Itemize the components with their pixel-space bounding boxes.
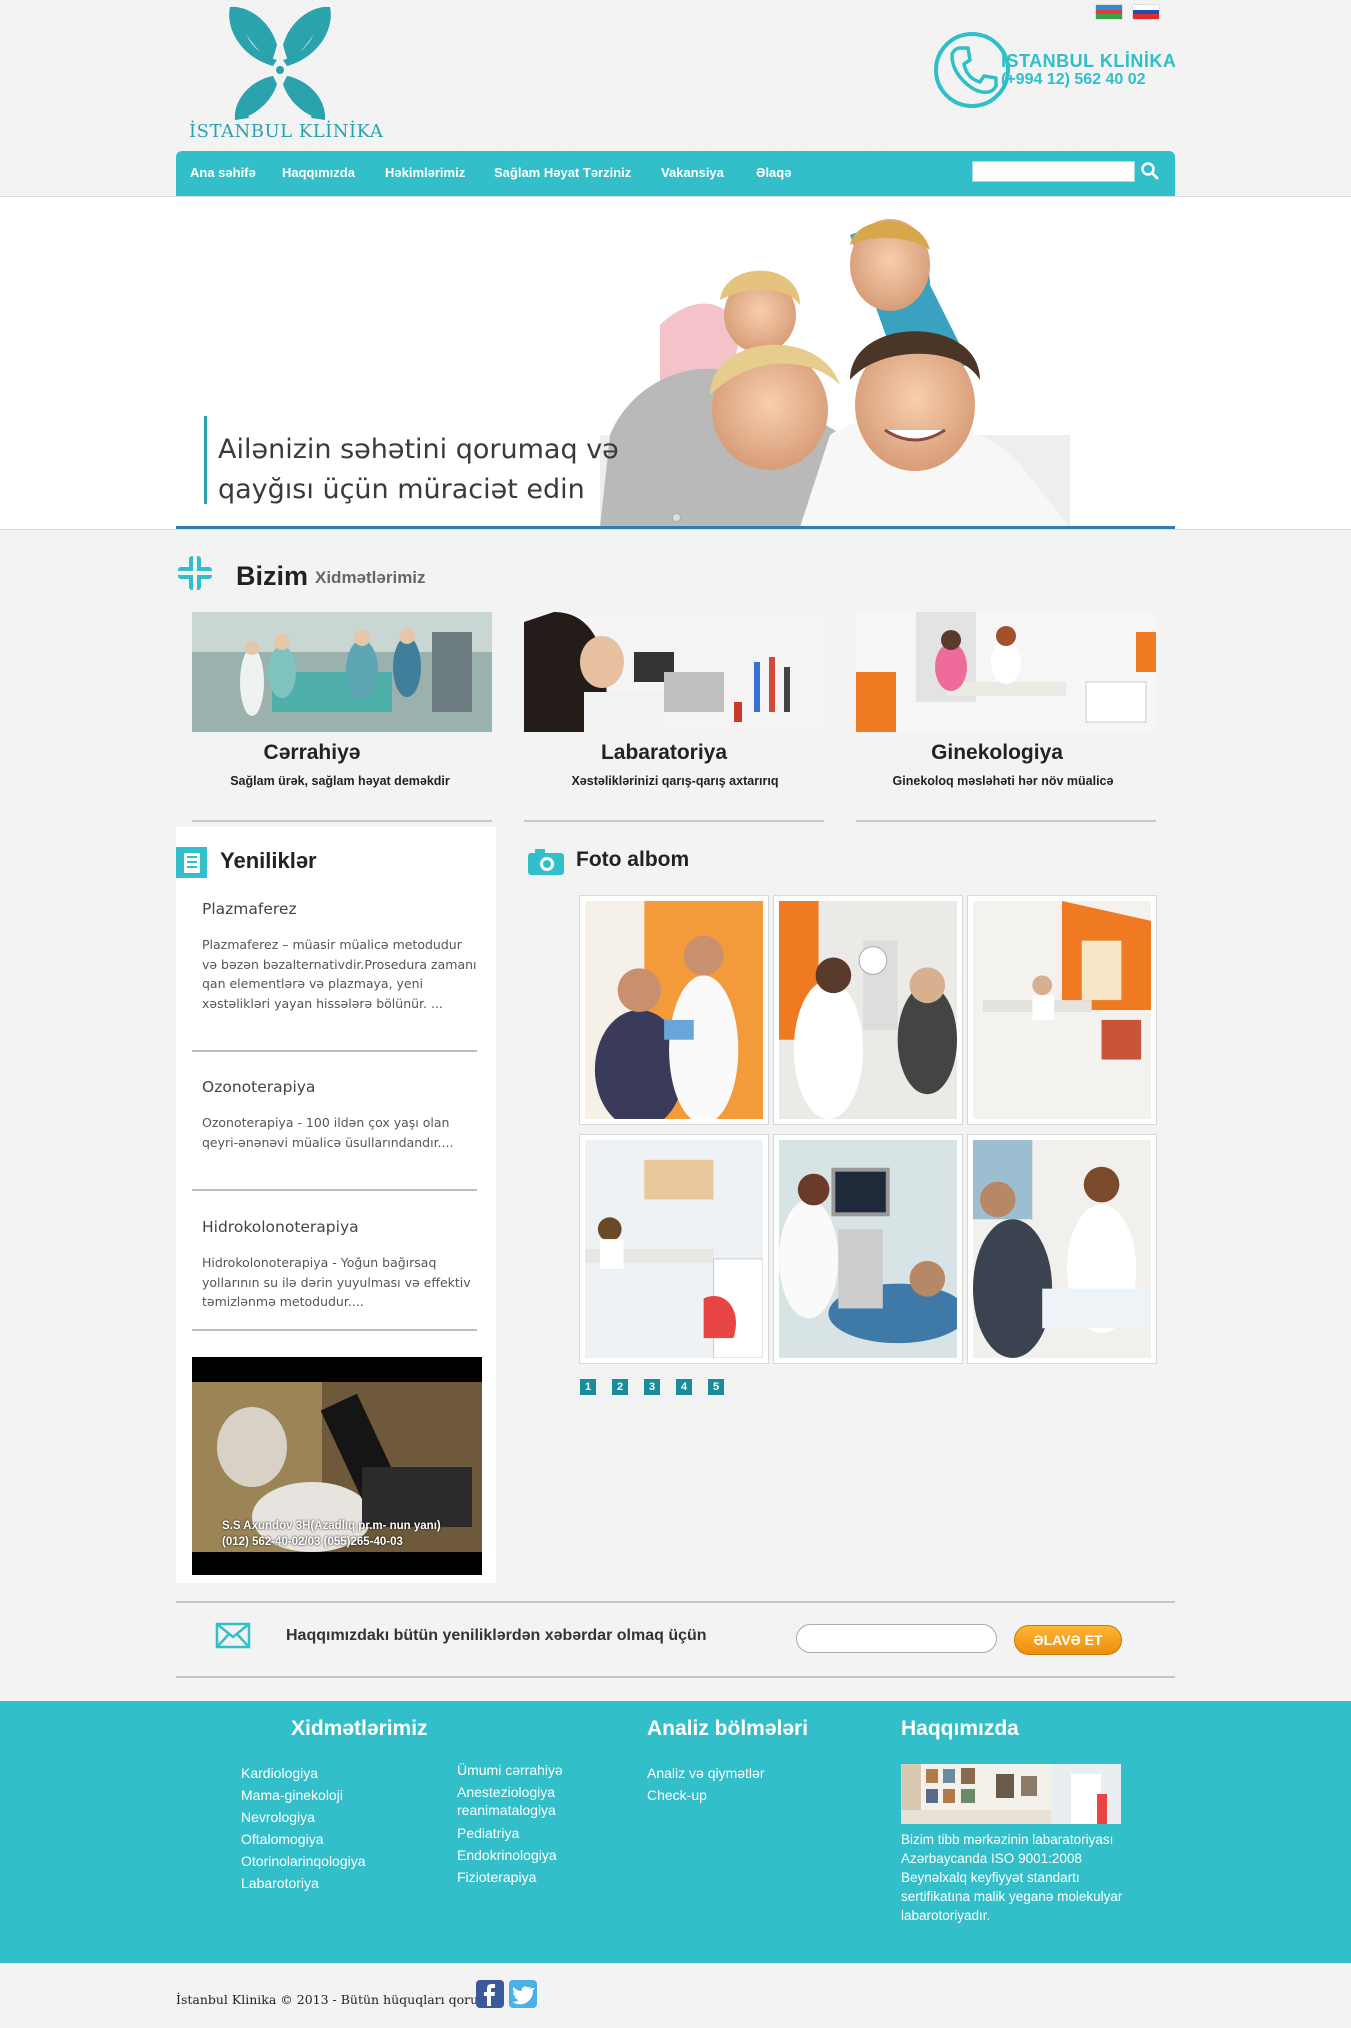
album-page-1[interactable]: 1 <box>580 1379 596 1395</box>
footer-link[interactable]: Anesteziologiya <box>457 1784 555 1800</box>
ru-flag-icon[interactable] <box>1133 5 1159 19</box>
service-subtitle-laboratory: Xəstəliklərinizi qarış-qarış axtarırıq <box>571 774 779 788</box>
phone-number[interactable]: (+994 12) 562 40 02 <box>1001 71 1146 89</box>
copyright-text: İstanbul Klinika © 2013 - Bütün hüquqlar… <box>176 1992 503 2007</box>
footer-link[interactable]: Ümumi cərrahiyə <box>457 1762 563 1778</box>
service-title-laboratory[interactable]: Labaratoriya <box>514 741 814 765</box>
service-title-surgery[interactable]: Cərrahiyə <box>162 741 462 765</box>
footer-link[interactable]: Endokrinologiya <box>457 1847 557 1863</box>
service-divider <box>524 820 824 822</box>
slider-dot-2[interactable] <box>684 514 691 521</box>
footer-link[interactable]: Oftalomogiya <box>241 1831 323 1847</box>
footer-link[interactable]: Kardiologiya <box>241 1765 318 1781</box>
slider-dot-1[interactable] <box>673 514 680 521</box>
nav-item-contact[interactable]: Əlaqə <box>756 165 791 180</box>
camera-icon <box>528 849 564 875</box>
mail-icon <box>215 1622 251 1649</box>
hero-caption-line2: qayğısı üçün müraciət edin <box>218 474 585 505</box>
service-subtitle-gynecology: Ginekoloq məsləhəti hər növ müalicə <box>892 774 1114 788</box>
laboratory-photo[interactable] <box>524 612 824 732</box>
search-icon[interactable] <box>1139 160 1161 182</box>
nav-item-vacancy[interactable]: Vakansiya <box>661 165 724 180</box>
footer-link[interactable]: Check-up <box>647 1787 707 1803</box>
footer-link[interactable]: Fizioterapiya <box>457 1869 536 1885</box>
album-photo[interactable] <box>579 895 769 1125</box>
service-divider <box>192 820 492 822</box>
footer-about-photo[interactable] <box>901 1764 1121 1824</box>
album-page-5[interactable]: 5 <box>708 1379 724 1395</box>
news-item-title[interactable]: Hidrokolonoterapiya <box>202 1218 359 1236</box>
news-divider <box>192 1329 477 1331</box>
service-title-gynecology[interactable]: Ginekologiya <box>847 741 1147 765</box>
surgery-photo[interactable] <box>192 612 492 732</box>
footer-analysis-title: Analiz bölmələri <box>647 1717 809 1740</box>
news-item-body: Plazmaferez – müasir müalicə metodudur v… <box>202 937 477 1011</box>
az-flag-icon[interactable] <box>1096 5 1122 19</box>
footer-link[interactable]: Analiz və qiymətlər <box>647 1765 765 1781</box>
news-divider <box>192 1189 477 1191</box>
service-divider <box>856 820 1156 822</box>
album-page-2[interactable]: 2 <box>612 1379 628 1395</box>
album-photo[interactable] <box>967 1134 1157 1364</box>
facebook-icon[interactable] <box>476 1980 504 2008</box>
newsletter-divider-top <box>176 1601 1175 1603</box>
footer-link[interactable]: Labarotoriya <box>241 1875 319 1891</box>
news-icon <box>176 847 207 878</box>
hero-accent-line <box>204 416 207 504</box>
nav-item-about[interactable]: Haqqımızda <box>282 165 355 180</box>
service-subtitle-surgery: Sağlam ürək, sağlam həyat deməkdir <box>230 774 450 788</box>
hero-caption-line1: Ailənizin səhətini qorumaq və <box>218 434 619 465</box>
album-photo[interactable] <box>579 1134 769 1364</box>
logo-text: İSTANBUL KLİNİKA <box>189 121 384 142</box>
newsletter-email-input[interactable] <box>796 1624 997 1653</box>
twitter-icon[interactable] <box>509 1980 537 2008</box>
gynecology-photo[interactable] <box>856 612 1156 732</box>
search-input[interactable] <box>972 161 1135 182</box>
nav-item-doctors[interactable]: Həkimlərimiz <box>385 165 465 180</box>
news-item-title[interactable]: Ozonoterapiya <box>202 1078 315 1096</box>
video-caption: S.S Axundov 3H(Azadlıq pr.m- nun yanı) (… <box>222 1518 441 1550</box>
album-page-4[interactable]: 4 <box>676 1379 692 1395</box>
footer-link[interactable]: Pediatriya <box>457 1825 519 1841</box>
news-title: Yeniliklər <box>220 848 317 873</box>
news-item-body: Ozonoterapiya - 100 ildən çox yaşı olan … <box>202 1115 454 1150</box>
news-divider <box>192 1050 477 1052</box>
album-photo[interactable] <box>773 895 963 1125</box>
services-title: Bizim <box>236 561 309 591</box>
video-caption-address: S.S Axundov 3H(Azadlıq pr.m- nun yanı) <box>222 1520 441 1532</box>
nav-item-home[interactable]: Ana səhifə <box>190 165 256 180</box>
nav-item-healthy-life[interactable]: Sağlam Həyat Tərziniz <box>494 165 631 180</box>
hero-bottom-bar <box>176 526 1175 529</box>
newsletter-text: Haqqımızdakı bütün yeniliklərdən xəbərda… <box>286 1627 707 1644</box>
photo-album-title: Foto albom <box>576 848 690 871</box>
footer-link[interactable]: reanimatalogiya <box>457 1802 556 1818</box>
video-caption-phones: (012) 562-40-02/03 (055)265-40-03 <box>222 1536 403 1548</box>
services-subtitle: Xidmətlərimiz <box>315 568 426 587</box>
album-photo[interactable] <box>773 1134 963 1364</box>
family-photo <box>600 219 1070 527</box>
phone-icon <box>934 32 1010 108</box>
newsletter-divider-bottom <box>176 1676 1175 1678</box>
footer-about-title: Haqqımızda <box>901 1717 1019 1740</box>
hero-caption: Ailənizin səhətini qorumaq və qayğısı üç… <box>218 430 638 510</box>
album-photo[interactable] <box>967 895 1157 1125</box>
medical-cross-icon <box>178 556 212 590</box>
phone-title: İSTANBUL KLİNİKA <box>1001 51 1177 71</box>
footer-link[interactable]: Nevrologiya <box>241 1809 315 1825</box>
footer-about-text: Bizim tibb mərkəzinin labaratoriyası Azə… <box>901 1832 1123 1923</box>
news-item-title[interactable]: Plazmaferez <box>202 900 297 918</box>
album-page-3[interactable]: 3 <box>644 1379 660 1395</box>
footer-link[interactable]: Otorinolarinqologiya <box>241 1853 366 1869</box>
news-item-body: Hidrokolonoterapiya - Yoğun bağırsaq yol… <box>202 1255 471 1309</box>
footer-link[interactable]: Mama-ginekoloji <box>241 1787 343 1803</box>
newsletter-subscribe-button[interactable]: ƏLAVƏ ET <box>1014 1625 1122 1655</box>
footer-services-title: Xidmətlərimiz <box>291 1717 428 1740</box>
